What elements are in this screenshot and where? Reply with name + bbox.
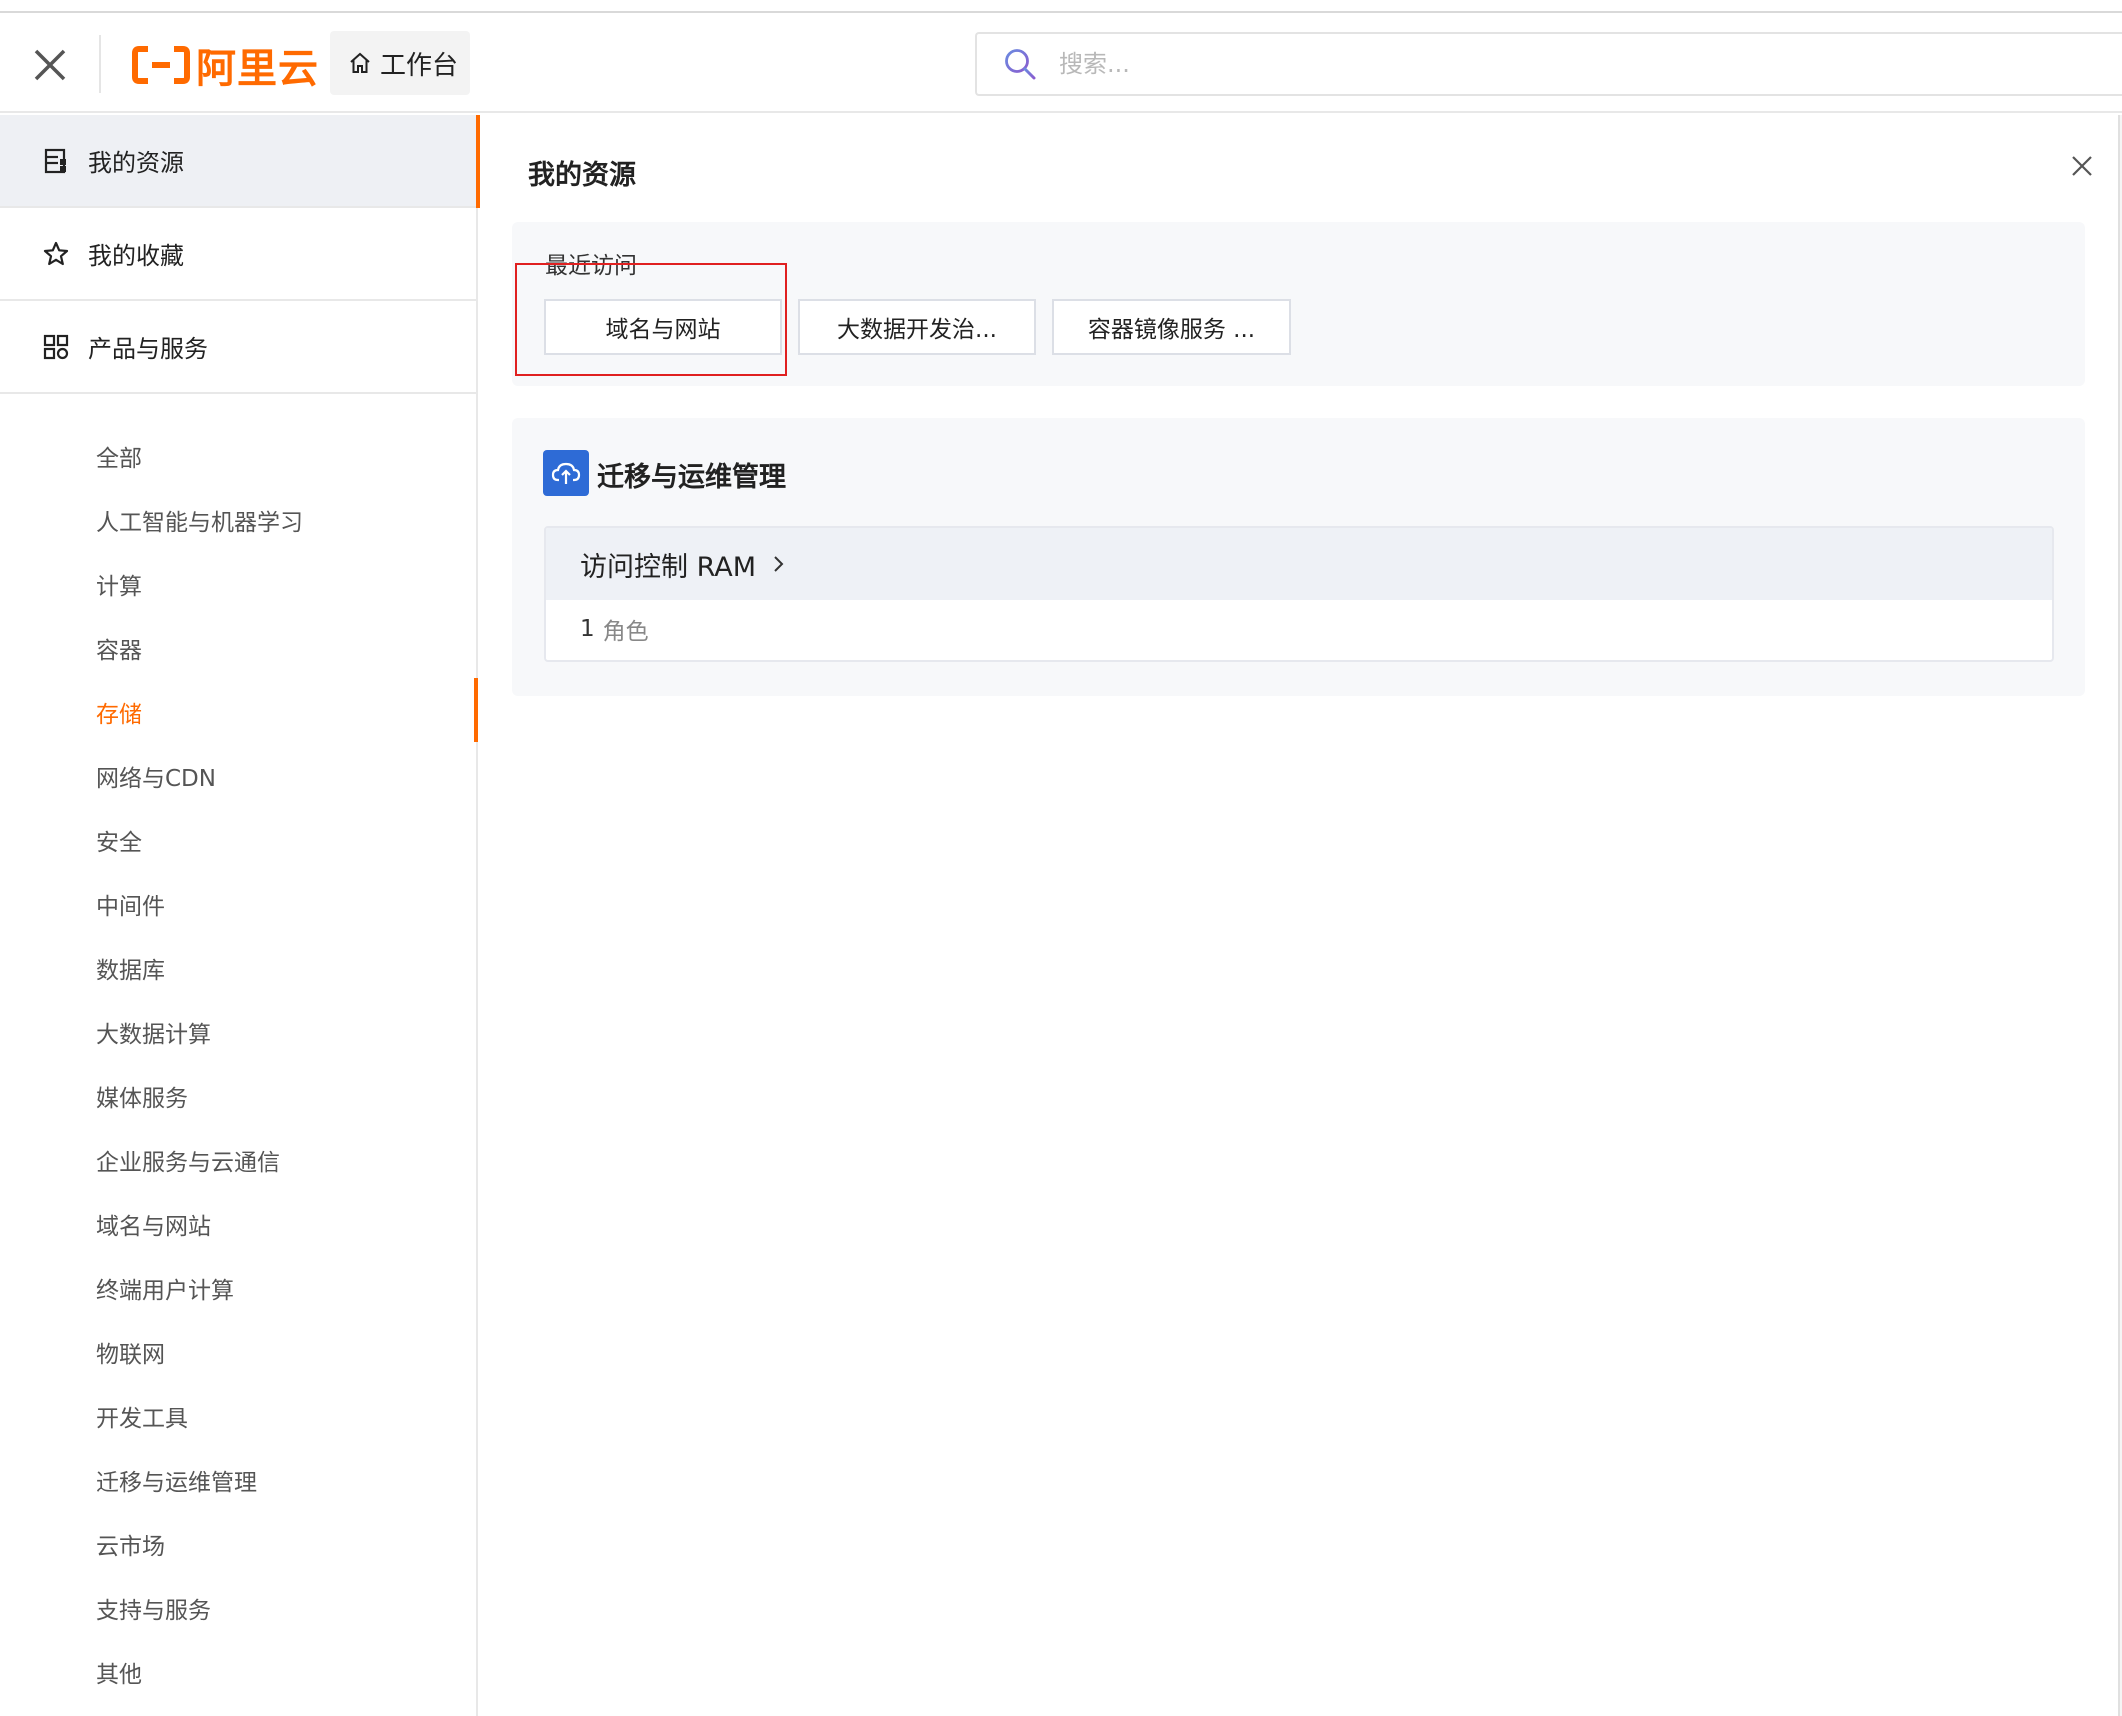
- group-title: 迁移与运维管理: [597, 462, 786, 493]
- close-menu-button[interactable]: [26, 41, 74, 89]
- resource-list-icon: [44, 148, 66, 173]
- aliyun-logo[interactable]: 阿里云: [132, 39, 319, 92]
- resource-count-unit: 角色: [602, 619, 649, 645]
- aliyun-logo-icon: [132, 46, 190, 84]
- sidebar-item-my-resources[interactable]: 我的资源: [0, 115, 480, 208]
- recent-item-container-registry[interactable]: 容器镜像服务 ...: [1052, 299, 1291, 355]
- star-icon: [43, 241, 69, 265]
- category-active-indicator: [474, 678, 478, 742]
- category-network-cdn[interactable]: 网络与CDN: [96, 759, 216, 793]
- category-other[interactable]: 其他: [96, 1655, 142, 1689]
- panel-title: 我的资源: [528, 160, 636, 191]
- resource-count-value: 1: [580, 616, 595, 642]
- sidebar: 我的资源 我的收藏 产品与服务 全部 人工智能与机器学习 计算 容器 存储 网络…: [0, 115, 480, 1716]
- home-icon: [350, 52, 370, 73]
- category-domain-website[interactable]: 域名与网站: [96, 1207, 211, 1241]
- workbench-label: 工作台: [380, 50, 459, 81]
- search-icon: [1005, 49, 1036, 80]
- category-big-data[interactable]: 大数据计算: [96, 1015, 211, 1049]
- search-bar[interactable]: [975, 32, 2122, 96]
- sidebar-item-label: 我的资源: [88, 149, 184, 177]
- category-middleware[interactable]: 中间件: [96, 887, 165, 921]
- resource-count[interactable]: 1 角色: [580, 612, 649, 646]
- sidebar-item-products-services[interactable]: 产品与服务: [0, 301, 476, 394]
- close-icon: [2072, 156, 2092, 176]
- category-support[interactable]: 支持与服务: [96, 1591, 211, 1625]
- category-dev-tools[interactable]: 开发工具: [96, 1399, 188, 1433]
- recent-item-big-data-governance[interactable]: 大数据开发治...: [798, 299, 1036, 355]
- search-input[interactable]: [1059, 50, 1959, 78]
- category-migration-ops[interactable]: 迁移与运维管理: [96, 1463, 257, 1497]
- top-header: 阿里云 工作台: [0, 13, 2122, 113]
- workbench-button[interactable]: 工作台: [330, 31, 470, 95]
- category-database[interactable]: 数据库: [96, 951, 165, 985]
- category-iot[interactable]: 物联网: [96, 1335, 165, 1369]
- right-scroll-edge: [2118, 115, 2122, 1716]
- category-storage[interactable]: 存储: [96, 695, 142, 729]
- logo-text: 阿里云: [196, 46, 319, 92]
- category-ai-ml[interactable]: 人工智能与机器学习: [96, 503, 303, 537]
- category-all[interactable]: 全部: [96, 439, 142, 473]
- active-indicator: [476, 115, 480, 208]
- category-security[interactable]: 安全: [96, 823, 142, 857]
- category-compute[interactable]: 计算: [96, 567, 142, 601]
- sidebar-item-label: 产品与服务: [88, 335, 208, 363]
- sidebar-item-favorites[interactable]: 我的收藏: [0, 208, 476, 301]
- window-top-edge: [0, 0, 2122, 13]
- category-container[interactable]: 容器: [96, 631, 142, 665]
- cloud-upload-icon: [543, 450, 589, 496]
- category-media[interactable]: 媒体服务: [96, 1079, 188, 1113]
- close-icon: [34, 49, 66, 81]
- category-enterprise[interactable]: 企业服务与云通信: [96, 1143, 280, 1177]
- highlight-annotation-box: [515, 263, 787, 376]
- chevron-right-icon: [774, 556, 784, 572]
- category-marketplace[interactable]: 云市场: [96, 1527, 165, 1561]
- panel-close-button[interactable]: [2068, 152, 2096, 180]
- header-divider: [99, 35, 101, 93]
- resource-card-ram: 访问控制 RAM 1 角色: [544, 526, 2054, 662]
- category-end-user-computing[interactable]: 终端用户计算: [96, 1271, 234, 1305]
- resource-card-title: 访问控制 RAM: [580, 551, 757, 583]
- sidebar-item-label: 我的收藏: [88, 242, 184, 270]
- resource-card-header[interactable]: 访问控制 RAM: [546, 528, 2052, 600]
- grid-apps-icon: [43, 334, 69, 359]
